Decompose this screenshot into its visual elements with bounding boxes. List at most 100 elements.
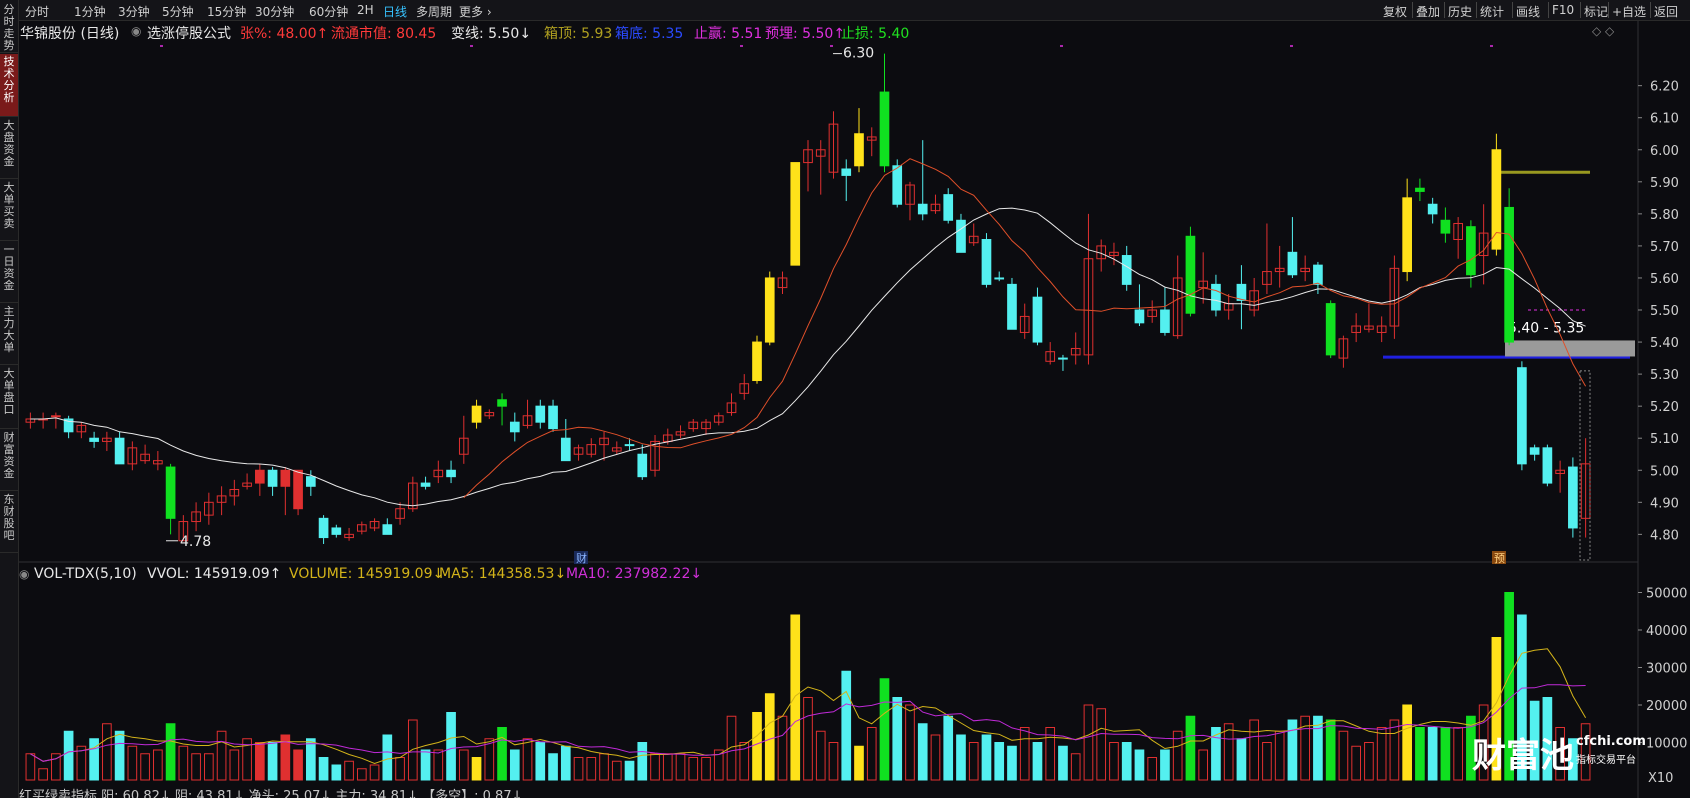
volume-bar bbox=[356, 768, 367, 781]
volume-bar bbox=[1376, 727, 1387, 781]
volume-bar bbox=[255, 742, 265, 781]
volume-tick-label: 10000 bbox=[1646, 737, 1687, 752]
volume-bar bbox=[1274, 730, 1285, 781]
candle-body bbox=[994, 277, 1005, 280]
candle-body bbox=[560, 437, 571, 462]
ma-slow-line bbox=[30, 207, 1586, 507]
volume-bar bbox=[956, 734, 966, 781]
price-tick-label: 5.70 bbox=[1650, 240, 1679, 255]
volume-bar bbox=[1007, 745, 1017, 781]
volume-bar bbox=[407, 719, 418, 781]
volume-bar bbox=[305, 738, 316, 781]
candle-body bbox=[943, 194, 954, 221]
volume-bar bbox=[1402, 704, 1412, 781]
volume-bar bbox=[140, 753, 150, 781]
kline-chart[interactable]: 4.80 4.90 5.00 5.10 5.20 5.30 5.40 5.50 5.60 5.70… bbox=[0, 0, 1690, 798]
volume-bar bbox=[803, 697, 813, 781]
candle-body bbox=[1504, 206, 1514, 343]
volume-bar bbox=[994, 742, 1005, 781]
volume-bar bbox=[522, 738, 533, 781]
volume-bar bbox=[1440, 727, 1451, 781]
volume-bar bbox=[89, 738, 99, 781]
volume-bar bbox=[917, 723, 928, 781]
volume-bar bbox=[1083, 704, 1094, 781]
volume-bar bbox=[650, 753, 660, 781]
volume-bar bbox=[1058, 745, 1068, 781]
volume-bar bbox=[854, 745, 864, 781]
candle-body bbox=[1325, 303, 1336, 356]
volume-bar bbox=[267, 742, 278, 781]
volume-bar bbox=[229, 749, 240, 781]
volume-bar bbox=[1109, 742, 1119, 781]
volume-bar bbox=[892, 697, 903, 781]
candle-body bbox=[764, 277, 775, 343]
volume-bar bbox=[433, 749, 444, 781]
volume-bar bbox=[586, 757, 597, 781]
volume-bar bbox=[1121, 742, 1132, 781]
volume-bar bbox=[446, 712, 456, 781]
candle-body bbox=[1466, 226, 1476, 276]
volume-bar bbox=[879, 678, 890, 781]
candle-body bbox=[956, 219, 966, 253]
candle-body bbox=[471, 405, 482, 423]
volume-bar bbox=[471, 757, 482, 781]
volume-bar bbox=[1070, 753, 1081, 781]
candle-body bbox=[1440, 219, 1451, 234]
volume-bar bbox=[1160, 749, 1170, 781]
volume-bar bbox=[165, 723, 176, 781]
volume-bar bbox=[611, 760, 622, 781]
candle-body bbox=[280, 469, 291, 487]
volume-bar bbox=[777, 715, 788, 781]
volume-bar bbox=[38, 768, 48, 781]
volume-bar bbox=[293, 749, 303, 781]
volume-bar bbox=[1147, 757, 1158, 781]
volume-bar bbox=[369, 764, 380, 781]
candle-body bbox=[1032, 296, 1043, 343]
volume-bar bbox=[752, 712, 762, 781]
volume-bar bbox=[943, 715, 954, 781]
candle-body bbox=[1007, 283, 1017, 330]
low-label: 4.78 bbox=[180, 534, 211, 550]
volume-bar bbox=[535, 742, 546, 781]
volume-bar bbox=[764, 693, 775, 781]
logo-brand: 财富池 bbox=[1472, 736, 1574, 776]
volume-bar bbox=[497, 727, 507, 781]
price-tick-label: 5.60 bbox=[1650, 272, 1679, 287]
volume-bar bbox=[191, 753, 201, 781]
candle-body bbox=[1185, 235, 1196, 314]
candle-body bbox=[509, 421, 520, 433]
volume-bar bbox=[1198, 749, 1209, 781]
candle-body bbox=[267, 469, 278, 487]
volume-bar bbox=[675, 753, 686, 781]
candle-body bbox=[331, 527, 342, 535]
candle-body bbox=[382, 524, 393, 535]
candle-body bbox=[1517, 367, 1527, 465]
candle-body bbox=[1160, 309, 1170, 333]
candle-body bbox=[535, 405, 546, 423]
volume-bar bbox=[701, 757, 711, 781]
volume-bar bbox=[114, 730, 125, 781]
candle-body bbox=[1415, 187, 1425, 192]
volume-tick-label: 50000 bbox=[1646, 587, 1687, 602]
volume-bar bbox=[331, 764, 342, 781]
price-tick-label: 5.20 bbox=[1650, 400, 1679, 415]
candle-body bbox=[1313, 264, 1323, 285]
volume-bar bbox=[127, 745, 138, 781]
volume-bar bbox=[1134, 749, 1145, 781]
volume-bar bbox=[790, 614, 801, 781]
price-tick-label: 6.10 bbox=[1650, 112, 1679, 127]
candle-body bbox=[114, 437, 125, 465]
volume-bar bbox=[573, 757, 584, 781]
candle-body bbox=[1402, 197, 1412, 273]
volume-bar bbox=[25, 753, 36, 781]
volume-bar bbox=[548, 753, 558, 781]
volume-bar bbox=[153, 749, 163, 781]
price-tick-label: 5.80 bbox=[1650, 208, 1679, 223]
candle-body bbox=[1211, 283, 1221, 311]
volume-bar bbox=[395, 757, 405, 781]
volume-bar bbox=[1096, 708, 1107, 781]
volume-bar bbox=[866, 727, 877, 781]
volume-bar bbox=[484, 738, 495, 781]
price-tick-label: 5.00 bbox=[1650, 464, 1679, 479]
candle-body bbox=[293, 469, 303, 510]
